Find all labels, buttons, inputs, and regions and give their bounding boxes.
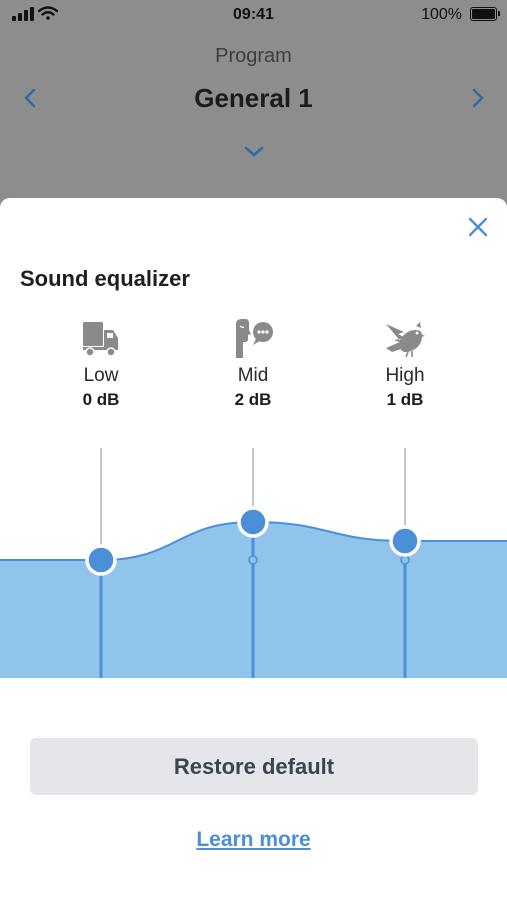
sheet-title: Sound equalizer (20, 266, 190, 291)
zero-db-marker (248, 555, 258, 565)
close-icon[interactable] (465, 214, 491, 240)
band-low-handle[interactable] (85, 544, 117, 576)
band-high-handle[interactable] (389, 525, 421, 557)
band-high-label: High (385, 365, 425, 386)
program-label: Program (215, 45, 292, 67)
band-low-value: 0 dB (82, 390, 120, 409)
chevron-down-icon[interactable] (242, 142, 266, 162)
program-name: General 1 (194, 83, 313, 113)
truck-icon (83, 322, 118, 357)
band-low-label: Low (83, 365, 119, 386)
band-mid-value: 2 dB (234, 390, 272, 409)
equalizer-graph[interactable] (0, 438, 507, 678)
band-low: Low 0 dB (46, 318, 156, 411)
band-high-value: 1 dB (386, 390, 424, 409)
band-mid-handle[interactable] (237, 506, 269, 538)
battery-icon (470, 7, 500, 21)
chevron-right-icon[interactable] (465, 86, 489, 110)
bird-icon (386, 322, 425, 358)
band-mid-label: Mid (237, 365, 269, 386)
equalizer-sheet: Sound equalizer Low 0 dB Mid 2 dB High 1… (0, 198, 507, 900)
restore-default-button[interactable]: Restore default (30, 738, 478, 795)
learn-more-link[interactable]: Learn more (0, 828, 507, 852)
speaking-person-icon (236, 319, 273, 358)
status-bar: 09:41 100% (0, 0, 507, 30)
zero-db-marker (400, 555, 410, 565)
band-high: High 1 dB (350, 318, 460, 411)
band-mid: Mid 2 dB (198, 318, 308, 411)
battery-percentage: 100% (421, 6, 462, 23)
